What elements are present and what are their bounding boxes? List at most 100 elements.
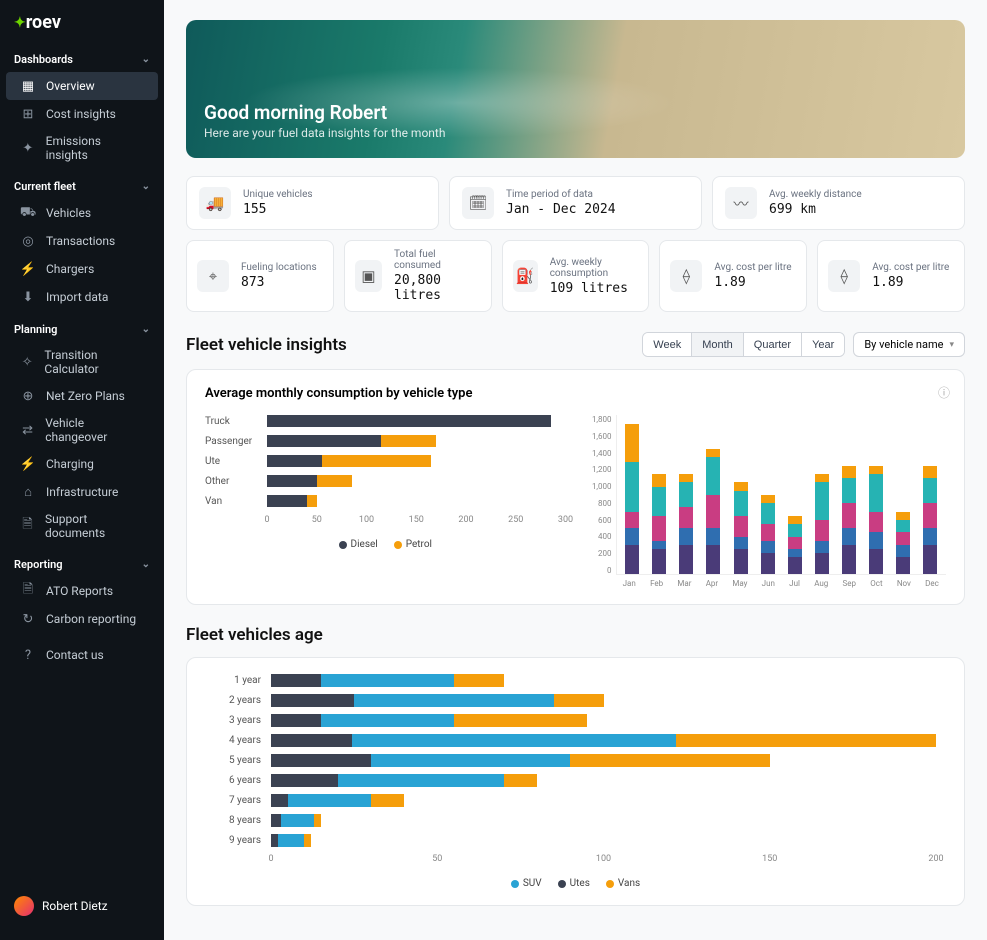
age-row: 6 years: [215, 774, 936, 787]
legend-petrol: Petrol: [394, 539, 432, 550]
age-row: 7 years: [215, 794, 936, 807]
sidebar-item-overview[interactable]: ▦Overview: [6, 72, 158, 100]
info-icon[interactable]: ⓘ: [938, 384, 950, 401]
nav-label: Transition Calculator: [44, 348, 144, 376]
age-header: Fleet vehicles age: [186, 625, 965, 645]
stat-icon: 🚚: [199, 187, 231, 219]
stats-row-bottom: ⌖Fueling locations873 ▣ Total fuel consume…: [186, 240, 965, 312]
nav-icon: ⛟: [20, 205, 36, 221]
vbar-Jan: [625, 424, 639, 574]
sidebar-item-ato-reports[interactable]: 🗎ATO Reports: [6, 577, 158, 605]
sidebar-item-charging[interactable]: ⚡Charging: [6, 450, 158, 478]
stat-card: 🚚Unique vehicles155: [186, 176, 439, 230]
age-chart: 1 year2 years3 years4 years5 years6 year…: [205, 674, 946, 889]
nav-icon: ⊞: [20, 106, 36, 122]
sidebar-item-transactions[interactable]: ◎Transactions: [6, 227, 158, 255]
nav-label: Carbon reporting: [46, 612, 136, 626]
vbar-Apr: [706, 449, 720, 574]
stat-label: Avg. cost per litre: [872, 262, 949, 273]
stat-icon: 〰: [725, 187, 757, 219]
nav-icon: ⊕: [20, 388, 36, 404]
period-segmented: WeekMonthQuarterYear: [642, 332, 845, 357]
nav-icon: ↻: [20, 611, 36, 627]
sidebar-item-transition-calculator[interactable]: ✧ Transition Calculator: [6, 342, 158, 382]
tab-year[interactable]: Year: [802, 333, 844, 356]
age-row: 9 years: [215, 834, 936, 847]
nav-section-header[interactable]: Reporting⌄: [0, 552, 164, 577]
nav-icon: ✧: [20, 354, 34, 370]
stat-icon: ⟠: [670, 260, 702, 292]
sidebar-item-infrastructure[interactable]: ⌂Infrastructure: [6, 478, 158, 506]
hbar-row: Van: [205, 495, 566, 507]
age-card: 1 year2 years3 years4 years5 years6 year…: [186, 657, 965, 906]
sidebar-item-net-zero-plans[interactable]: ⊕Net Zero Plans: [6, 382, 158, 410]
nav-label: Vehicle changeover: [45, 416, 144, 444]
tab-week[interactable]: Week: [643, 333, 692, 356]
legend-utes: Utes: [558, 878, 590, 889]
stat-value: 699 km: [769, 202, 862, 217]
stat-card: ⌖Fueling locations873: [186, 240, 334, 312]
tab-month[interactable]: Month: [692, 333, 744, 356]
hbar-row: Truck: [205, 415, 566, 427]
stat-card: ⛽Avg. weekly consumption109 litres: [502, 240, 650, 312]
stat-label: Total fuel consumed: [394, 249, 481, 271]
nav-icon: ⚡: [20, 261, 36, 277]
stat-card: ▣ Total fuel consumed20,800 litres: [344, 240, 492, 312]
stat-card: ⟠Avg. cost per litre1.89: [817, 240, 965, 312]
sidebar-item-import-data[interactable]: ⬇Import data: [6, 283, 158, 311]
chevron-down-icon: ⌄: [142, 181, 150, 192]
stat-value: 1.89: [872, 275, 949, 290]
hbar-row: Ute: [205, 455, 566, 467]
sidebar-item-vehicle-changeover[interactable]: ⇄Vehicle changeover: [6, 410, 158, 450]
sidebar-item-cost-insights[interactable]: ⊞Cost insights: [6, 100, 158, 128]
consumption-card: ⓘ Average monthly consumption by vehicle…: [186, 369, 965, 605]
nav-section-header[interactable]: Planning⌄: [0, 317, 164, 342]
nav-label: Chargers: [46, 262, 94, 276]
stat-label: Avg. weekly consumption: [550, 257, 639, 279]
nav-label: Charging: [46, 457, 94, 471]
stat-icon: ▣: [355, 260, 382, 292]
stat-value: 20,800 litres: [394, 273, 481, 303]
filter-dropdown[interactable]: By vehicle name ▾: [853, 332, 965, 357]
tab-quarter[interactable]: Quarter: [744, 333, 802, 356]
age-row: 4 years: [215, 734, 936, 747]
hero-title: Good morning Robert: [204, 101, 445, 124]
logo-icon: ✦: [14, 15, 26, 31]
nav-section-header[interactable]: Current fleet⌄: [0, 174, 164, 199]
insights-controls: WeekMonthQuarterYear By vehicle name ▾: [642, 332, 965, 357]
nav-label: Emissions insights: [46, 134, 144, 162]
stat-card: 〰 Avg. weekly distance 699 km: [712, 176, 965, 230]
sidebar-item-emissions-insights[interactable]: ✦ Emissions insights: [6, 128, 158, 168]
hero-banner: Good morning Robert Here are your fuel d…: [186, 20, 965, 158]
monthly-stacked-chart: 1,8001,6001,4001,2001,0008006004002000 J…: [586, 415, 947, 588]
sidebar-item-vehicles[interactable]: ⛟Vehicles: [6, 199, 158, 227]
brand-text: roev: [26, 12, 61, 33]
age-row: 5 years: [215, 754, 936, 767]
vbar-Feb: [652, 474, 666, 574]
sidebar-item-carbon-reporting[interactable]: ↻ Carbon reporting: [6, 605, 158, 633]
vbar-Jun: [761, 495, 775, 574]
stat-value: 873: [241, 275, 317, 290]
nav-icon: ✦: [20, 140, 36, 156]
sidebar-item-chargers[interactable]: ⚡ Chargers: [6, 255, 158, 283]
sidebar-item-contact[interactable]: ? Contact us: [6, 641, 158, 669]
vbar-Mar: [679, 474, 693, 574]
vbar-Nov: [896, 512, 910, 574]
consumption-title: Average monthly consumption by vehicle t…: [205, 386, 946, 401]
consumption-hbar-chart: TruckPassengerUteOtherVan050100150200250…: [205, 415, 566, 588]
age-row: 3 years: [215, 714, 936, 727]
stat-label: Time period of data: [506, 189, 616, 200]
hbar-row: Passenger: [205, 435, 566, 447]
vbar-Oct: [869, 466, 883, 574]
stat-label: Avg. weekly distance: [769, 189, 862, 200]
chevron-down-icon: ⌄: [142, 54, 150, 65]
sidebar-item-support-documents[interactable]: 🗎Support documents: [6, 506, 158, 546]
nav-label: ATO Reports: [46, 584, 113, 598]
nav-section-header[interactable]: Dashboards⌄: [0, 47, 164, 72]
chevron-down-icon: ⌄: [142, 559, 150, 570]
stat-value: 155: [243, 202, 313, 217]
stat-value: 109 litres: [550, 281, 639, 296]
chevron-down-icon: ▾: [949, 340, 954, 350]
user-footer[interactable]: Robert Dietz: [0, 884, 164, 928]
sidebar: ✦ roev Dashboards⌄▦Overview⊞Cost insight…: [0, 0, 164, 940]
